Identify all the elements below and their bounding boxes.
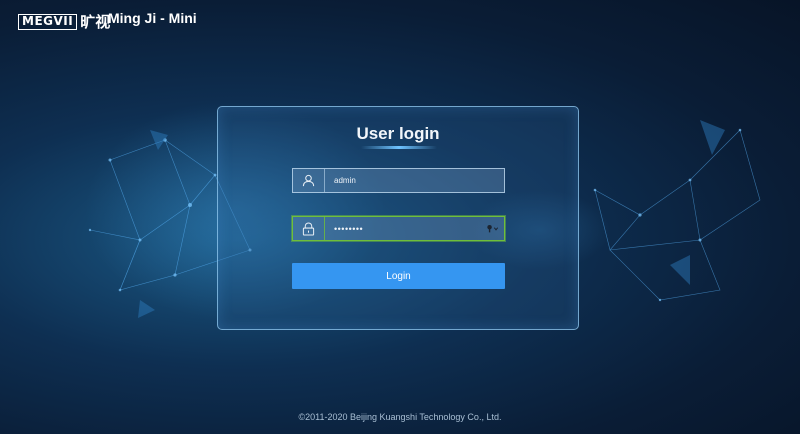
megvii-logo: MEGVII 旷视 [18,11,110,32]
username-field [292,168,505,193]
top-bar: MEGVII 旷视 Ming Ji - Mini [0,0,800,38]
login-title: User login [356,124,440,143]
logo-chinese-text: 旷视 [80,13,111,31]
login-button[interactable]: Login [292,263,505,289]
lock-icon [293,217,325,240]
password-field [292,216,505,241]
password-input[interactable] [325,217,485,240]
logo-text: MEGVII [18,13,78,30]
key-icon[interactable] [485,217,501,240]
app-title: Ming Ji - Mini [108,10,197,26]
user-icon [293,169,325,192]
footer-copyright: ©2011-2020 Beijing Kuangshi Technology C… [298,412,502,422]
username-input[interactable] [325,169,504,192]
login-card: User login Login [217,106,579,330]
title-underline [361,146,437,149]
